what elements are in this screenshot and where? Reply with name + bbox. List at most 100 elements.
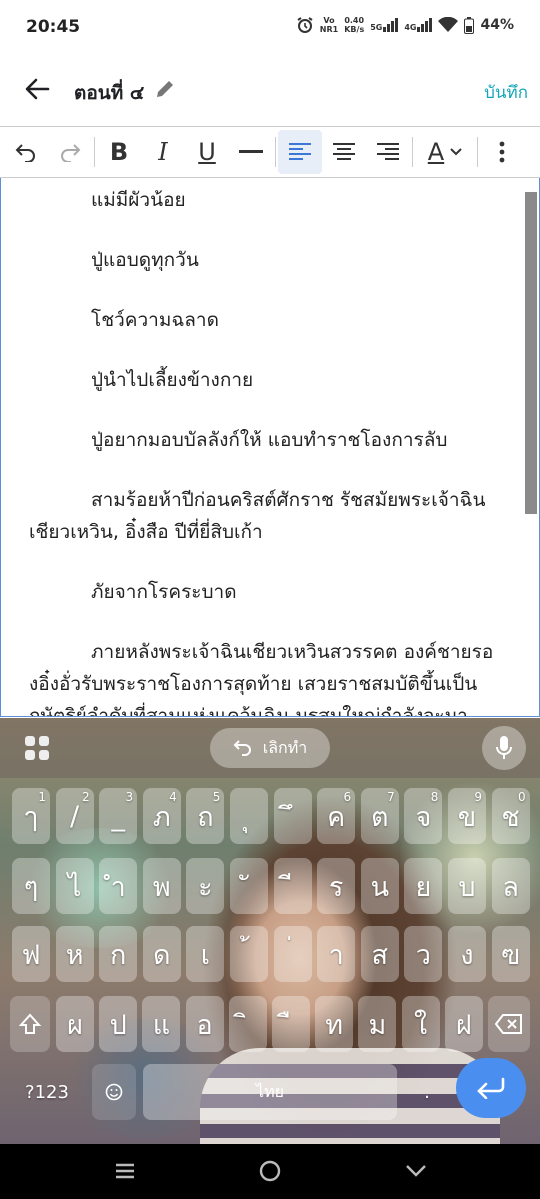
- italic-icon: I: [158, 138, 168, 166]
- key[interactable]: ้: [230, 926, 268, 982]
- key-hint: 0: [517, 790, 526, 804]
- text-editor[interactable]: แม่มีผัวน้อย ปู่แอบดูทุกวัน โชว์ความฉลาด…: [0, 178, 540, 717]
- key[interactable]: ม: [358, 996, 397, 1052]
- toolbar-divider: [275, 137, 276, 167]
- enter-key[interactable]: [456, 1058, 526, 1118]
- key[interactable]: ฟ: [12, 926, 50, 982]
- key[interactable]: ส: [360, 926, 399, 982]
- paragraph: สามร้อยห้าปีก่อนคริสต์ศักราช รัชสมัยพระเ…: [29, 489, 486, 543]
- home-icon[interactable]: [257, 1158, 283, 1184]
- apps-grid-icon[interactable]: [24, 735, 50, 761]
- key-label: ฝ: [455, 1009, 472, 1041]
- wifi-icon: [438, 17, 459, 32]
- key[interactable]: ล: [491, 858, 530, 914]
- key[interactable]: า: [317, 926, 356, 982]
- underline-button[interactable]: U: [185, 130, 229, 174]
- align-center-icon: [333, 143, 355, 160]
- key[interactable]: ุ: [230, 788, 268, 844]
- key[interactable]: ฃ: [491, 926, 530, 982]
- key[interactable]: แ: [142, 996, 181, 1052]
- key[interactable]: ผ: [56, 996, 94, 1052]
- key[interactable]: ย: [404, 858, 443, 914]
- key[interactable]: ๅ1: [12, 788, 50, 844]
- chapter-title[interactable]: ตอนที่ ๔: [74, 78, 144, 108]
- align-center-button[interactable]: [322, 130, 366, 174]
- key[interactable]: ข9: [448, 788, 486, 844]
- key[interactable]: ั: [230, 858, 268, 914]
- scrollbar[interactable]: [525, 192, 537, 514]
- key[interactable]: _ 3: [99, 788, 138, 844]
- key-label: ม: [368, 1009, 387, 1041]
- back-icon[interactable]: [403, 1158, 429, 1184]
- emoji-key[interactable]: [92, 1064, 136, 1120]
- key[interactable]: ถ5: [186, 788, 225, 844]
- align-right-icon: [377, 143, 399, 160]
- save-button[interactable]: บันทึก: [484, 79, 528, 106]
- back-arrow-icon[interactable]: [22, 74, 52, 104]
- recents-icon[interactable]: [112, 1158, 138, 1184]
- key[interactable]: น: [360, 858, 399, 914]
- key-label: ก: [110, 939, 127, 971]
- key[interactable]: จ8: [404, 788, 443, 844]
- key-label: แ: [152, 1009, 171, 1041]
- key[interactable]: ป: [99, 996, 138, 1052]
- horizontal-rule-button[interactable]: [229, 130, 273, 174]
- text-color-button[interactable]: A: [415, 130, 475, 174]
- enter-icon: [477, 1077, 505, 1099]
- italic-button[interactable]: I: [141, 130, 185, 174]
- align-left-button[interactable]: [278, 130, 322, 174]
- key[interactable]: ่: [273, 926, 312, 982]
- key[interactable]: ฝ: [444, 996, 483, 1052]
- align-right-button[interactable]: [366, 130, 410, 174]
- key[interactable]: ต7: [360, 788, 399, 844]
- more-button[interactable]: [480, 130, 524, 174]
- key-label: ง: [460, 939, 474, 971]
- key-row-2: ๆไำพะัี รนยบล: [0, 858, 540, 914]
- key-label: ต: [371, 801, 389, 833]
- keyboard-undo-button[interactable]: เลิกทำ: [210, 728, 330, 768]
- space-key[interactable]: ไทย: [143, 1064, 397, 1120]
- undo-button[interactable]: [4, 130, 48, 174]
- align-left-icon: [289, 143, 311, 160]
- bold-button[interactable]: B: [97, 130, 141, 174]
- key[interactable]: ร: [317, 858, 356, 914]
- key[interactable]: ใ: [401, 996, 440, 1052]
- key[interactable]: /2: [55, 788, 94, 844]
- symbols-key[interactable]: ?123: [10, 1064, 84, 1120]
- key[interactable]: ค6: [317, 788, 356, 844]
- key[interactable]: ด: [142, 926, 181, 982]
- key[interactable]: อ: [185, 996, 224, 1052]
- key-hint: 2: [81, 790, 90, 804]
- edit-title-icon[interactable]: [154, 78, 176, 100]
- key[interactable]: ิ: [228, 996, 267, 1052]
- key[interactable]: ง: [448, 926, 486, 982]
- key-hint: 7: [387, 790, 395, 804]
- key[interactable]: ๆ: [12, 858, 50, 914]
- key[interactable]: ก: [99, 926, 138, 982]
- key[interactable]: ไ: [55, 858, 94, 914]
- status-bar: 20:45 Vo NR1 0.40 KB/s 5G 4G 44%: [0, 0, 540, 58]
- period-key[interactable]: .: [405, 1064, 449, 1120]
- key[interactable]: ห: [55, 926, 94, 982]
- key[interactable]: ว: [404, 926, 443, 982]
- key[interactable]: ภ4: [142, 788, 181, 844]
- key[interactable]: ช0: [491, 788, 530, 844]
- key[interactable]: ะ: [186, 858, 225, 914]
- key[interactable]: ึ: [273, 788, 312, 844]
- key[interactable]: ท: [315, 996, 354, 1052]
- shift-key[interactable]: [10, 996, 50, 1052]
- key-label: ใ: [414, 1009, 428, 1041]
- key[interactable]: บ: [448, 858, 486, 914]
- backspace-key[interactable]: [488, 996, 530, 1052]
- editor-content[interactable]: แม่มีผัวน้อย ปู่แอบดูทุกวัน โชว์ความฉลาด…: [29, 184, 499, 716]
- key[interactable]: ี: [273, 858, 312, 914]
- voice-input-button[interactable]: [482, 726, 526, 770]
- key[interactable]: ำ: [99, 858, 138, 914]
- network-speed: 0.40 KB/s: [344, 16, 365, 34]
- key[interactable]: ื: [272, 996, 310, 1052]
- redo-button[interactable]: [48, 130, 92, 174]
- paragraph: ปู่อยากมอบบัลลังก์ให้ แอบทำราชโองการลับ: [91, 429, 448, 451]
- key[interactable]: เ: [186, 926, 225, 982]
- keyboard-toolbar: เลิกทำ: [0, 718, 540, 778]
- key[interactable]: พ: [142, 858, 181, 914]
